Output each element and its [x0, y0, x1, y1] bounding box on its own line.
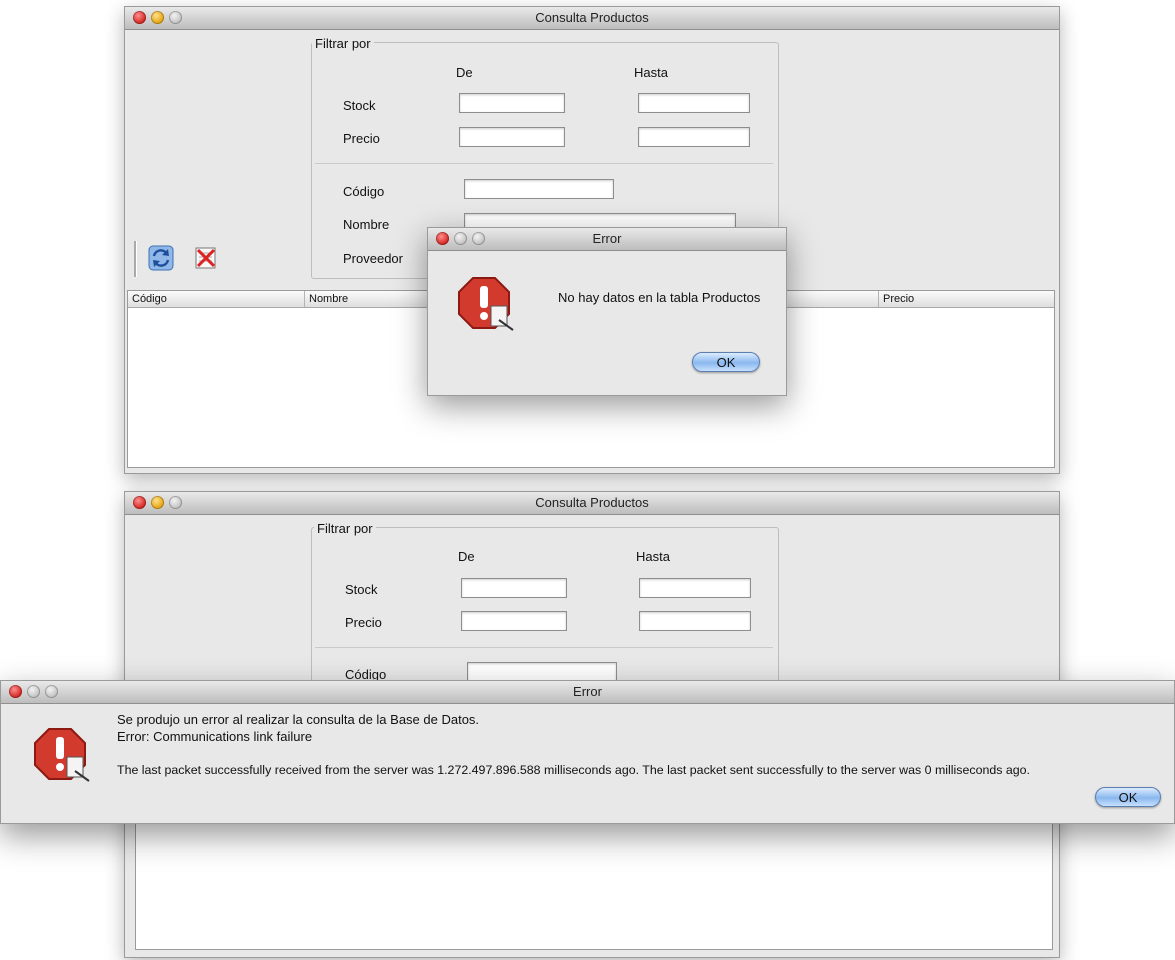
ok-button[interactable]: OK [1095, 787, 1161, 807]
codigo-input[interactable] [464, 179, 614, 199]
filter-separator [315, 647, 773, 648]
traffic-lights [133, 496, 187, 510]
window-title: Consulta Productos [535, 495, 649, 510]
proveedor-label: Proveedor [343, 251, 403, 266]
stock-label: Stock [345, 582, 378, 597]
traffic-lights [9, 685, 63, 699]
close-window-icon[interactable] [133, 496, 146, 509]
column-header-codigo[interactable]: Código [128, 291, 300, 307]
from-column-label: De [458, 549, 475, 564]
filter-separator [315, 163, 773, 164]
clear-filter-icon [195, 247, 216, 269]
nombre-label: Nombre [343, 217, 390, 232]
stock-label: Stock [343, 98, 376, 113]
zoom-dialog-icon [45, 685, 58, 698]
minimize-window-icon[interactable] [151, 11, 164, 24]
minimize-dialog-icon [454, 232, 467, 245]
stock-from-input[interactable] [459, 93, 565, 113]
precio-to-input[interactable] [639, 611, 751, 631]
close-window-icon[interactable] [133, 11, 146, 24]
ok-button[interactable]: OK [692, 352, 760, 372]
stock-to-input[interactable] [639, 578, 751, 598]
toolbar-separator [134, 241, 137, 277]
traffic-lights [436, 232, 490, 246]
precio-label: Precio [343, 131, 380, 146]
dialog-message-line-3: The last packet successfully received fr… [117, 763, 1030, 777]
dialog-title: Error [573, 684, 602, 699]
error-dialog-1: Error No hay datos en la tabla Productos… [427, 227, 787, 396]
precio-label: Precio [345, 615, 382, 630]
dialog-message-line-2: Error: Communications link failure [117, 729, 313, 744]
filter-group-label: Filtrar por [312, 36, 374, 51]
dialog-title: Error [592, 231, 622, 246]
window-titlebar[interactable]: Consulta Productos [125, 7, 1059, 30]
refresh-icon [148, 245, 174, 271]
codigo-input[interactable] [467, 662, 617, 682]
clear-filter-button[interactable] [193, 245, 219, 271]
dialog-titlebar[interactable]: Error [1, 681, 1174, 704]
codigo-label: Código [343, 184, 385, 199]
traffic-lights [133, 11, 187, 25]
close-dialog-icon[interactable] [9, 685, 22, 698]
stock-to-input[interactable] [638, 93, 750, 113]
stop-alert-icon [34, 728, 90, 782]
to-column-label: Hasta [634, 65, 668, 80]
zoom-dialog-icon [472, 232, 485, 245]
stop-alert-icon [458, 277, 514, 331]
stock-from-input[interactable] [461, 578, 567, 598]
filter-group-label: Filtrar por [314, 521, 376, 536]
minimize-dialog-icon [27, 685, 40, 698]
window-title: Consulta Productos [535, 10, 649, 25]
zoom-window-icon[interactable] [169, 11, 182, 24]
precio-from-input[interactable] [459, 127, 565, 147]
precio-from-input[interactable] [461, 611, 567, 631]
to-column-label: Hasta [636, 549, 670, 564]
error-dialog-2: Error Se produjo un error al realizar la… [0, 680, 1175, 824]
refresh-button[interactable] [148, 245, 174, 271]
dialog-message: No hay datos en la tabla Productos [558, 290, 761, 305]
close-dialog-icon[interactable] [436, 232, 449, 245]
dialog-titlebar[interactable]: Error [428, 228, 786, 251]
from-column-label: De [456, 65, 473, 80]
column-header-precio[interactable]: Precio [878, 291, 1054, 307]
window-titlebar[interactable]: Consulta Productos [125, 492, 1059, 515]
precio-to-input[interactable] [638, 127, 750, 147]
minimize-window-icon[interactable] [151, 496, 164, 509]
dialog-message-line-1: Se produjo un error al realizar la consu… [117, 712, 480, 727]
zoom-window-icon[interactable] [169, 496, 182, 509]
